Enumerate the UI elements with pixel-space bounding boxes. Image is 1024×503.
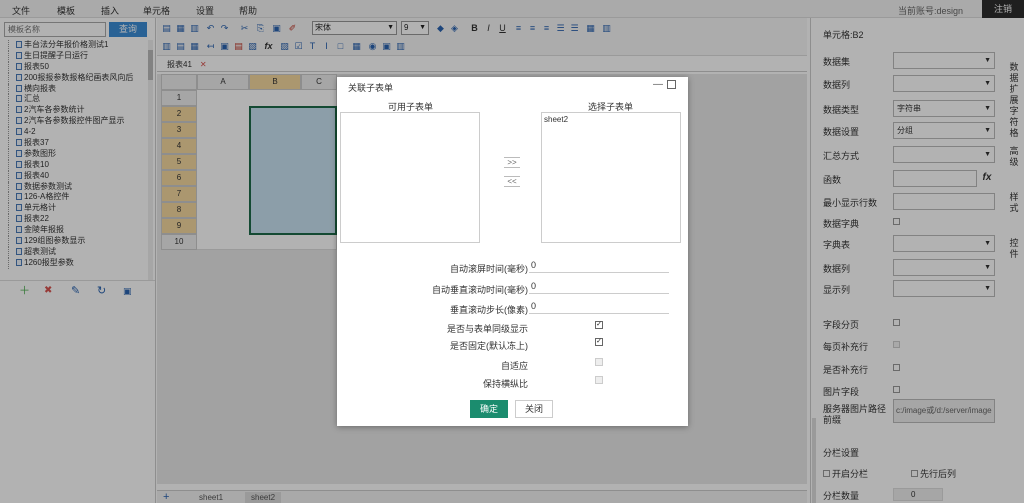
dialog-title: 关联子表单 — [348, 83, 394, 93]
check-label: 自适应 — [500, 361, 528, 371]
check-label: 保持横纵比 — [482, 379, 528, 389]
same-level-checkbox[interactable]: ✓ — [595, 321, 603, 329]
selected-subform-list[interactable]: sheet2 — [541, 112, 681, 243]
field-label: 自动滚屏时间(毫秒) — [450, 264, 528, 274]
confirm-button[interactable]: 确定 — [470, 400, 508, 418]
available-subform-list[interactable] — [340, 112, 480, 243]
close-button[interactable]: 关闭 — [515, 400, 553, 418]
field-label: 自动垂直滚动时间(毫秒) — [432, 285, 528, 295]
auto-scroll-time-input[interactable]: 0 — [529, 258, 669, 273]
check-label: 是否固定(默认冻上) — [450, 341, 528, 351]
move-right-button[interactable]: >> — [504, 157, 520, 168]
list-item[interactable]: sheet2 — [544, 115, 568, 124]
minimize-icon[interactable]: — — [653, 79, 663, 90]
maximize-icon[interactable] — [667, 80, 676, 89]
check-label: 是否与表单同级显示 — [446, 324, 528, 334]
auto-fit-checkbox[interactable] — [595, 358, 603, 366]
auto-vertical-scroll-input[interactable]: 0 — [529, 279, 669, 294]
field-label: 垂直滚动步长(像素) — [450, 305, 528, 315]
vertical-step-input[interactable]: 0 — [529, 299, 669, 314]
move-left-button[interactable]: << — [504, 176, 520, 187]
keep-ratio-checkbox[interactable] — [595, 376, 603, 384]
link-subform-dialog: 关联子表单 — 可用子表单 选择子表单 sheet2 >> << 自动滚屏时间(… — [337, 77, 688, 426]
fixed-checkbox[interactable]: ✓ — [595, 338, 603, 346]
